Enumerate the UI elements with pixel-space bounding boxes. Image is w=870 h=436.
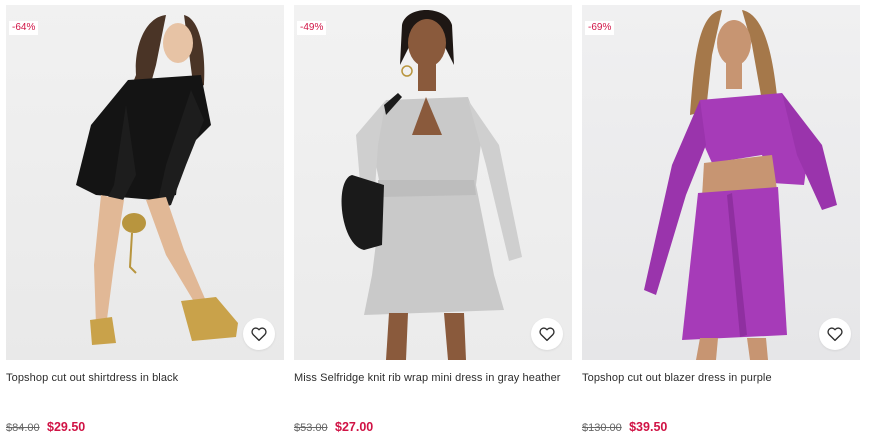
model-gray-knit-dress-image (341, 10, 522, 360)
product-image[interactable]: -69% (582, 5, 860, 360)
price-row: $53.00 $27.00 (294, 419, 572, 436)
save-for-later-button[interactable] (243, 318, 275, 350)
save-for-later-button[interactable] (819, 318, 851, 350)
sale-price: $29.50 (47, 420, 86, 434)
product-title[interactable]: Topshop cut out shirtdress in black (6, 369, 284, 405)
product-card[interactable]: -69% Topshop cut out blazer dress in pur… (582, 5, 860, 436)
original-price: $84.00 (6, 422, 40, 434)
discount-badge: -49% (297, 21, 327, 35)
model-purple-blazer-dress-image (644, 10, 837, 360)
original-price: $53.00 (294, 422, 328, 434)
product-grid: -64% Topshop cut out shirtdress in black… (0, 0, 870, 435)
product-image[interactable]: -64% (6, 5, 284, 360)
product-card[interactable]: -49% Miss Selfridge knit rib wrap mini d… (294, 5, 572, 436)
heart-outline-icon (827, 327, 843, 342)
heart-outline-icon (539, 327, 555, 342)
product-title[interactable]: Miss Selfridge knit rib wrap mini dress … (294, 369, 572, 405)
price-row: $130.00 $39.50 (582, 419, 860, 436)
heart-outline-icon (251, 327, 267, 342)
sale-price: $27.00 (335, 420, 374, 434)
discount-badge: -64% (9, 21, 39, 35)
model-black-shirtdress-image (76, 15, 238, 345)
price-row: $84.00 $29.50 (6, 419, 284, 436)
product-card[interactable]: -64% Topshop cut out shirtdress in black… (6, 5, 284, 436)
original-price: $130.00 (582, 422, 622, 434)
sale-price: $39.50 (629, 420, 668, 434)
save-for-later-button[interactable] (531, 318, 563, 350)
product-title[interactable]: Topshop cut out blazer dress in purple (582, 369, 860, 405)
discount-badge: -69% (585, 21, 615, 35)
product-image[interactable]: -49% (294, 5, 572, 360)
